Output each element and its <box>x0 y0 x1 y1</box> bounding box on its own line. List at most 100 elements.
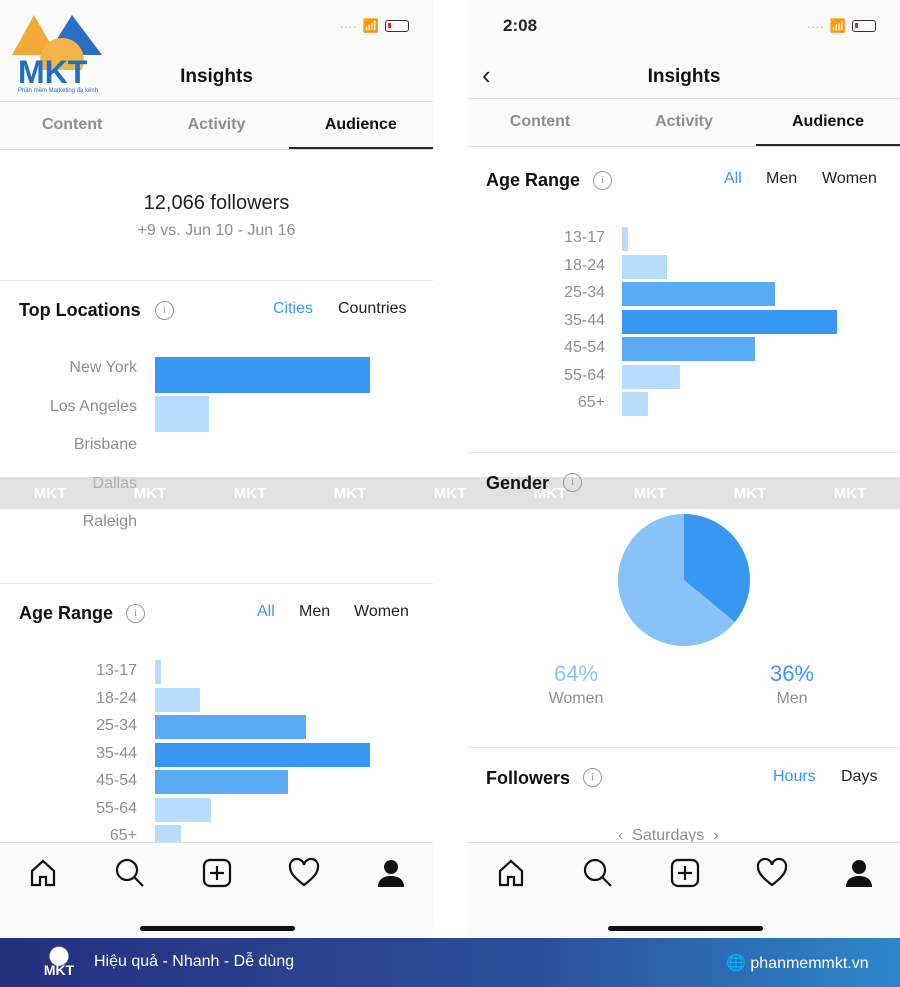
home-icon[interactable] <box>495 857 527 889</box>
right-phone-screen: 2:08 ···· 📶 ‹ Insights Content Activity A… <box>468 0 900 938</box>
bar-45-54 <box>155 770 289 794</box>
women-label: Women <box>548 690 604 707</box>
add-post-icon[interactable] <box>669 857 701 889</box>
divider <box>468 747 900 748</box>
bottom-nav <box>0 842 433 938</box>
bar-label: 18-24 <box>96 689 137 707</box>
cities-option[interactable]: Cities <box>273 300 313 318</box>
age-all-option[interactable]: All <box>724 170 742 188</box>
header: ‹ Insights <box>468 52 900 99</box>
bar-label: 55-64 <box>96 799 137 817</box>
bar-new-york <box>155 357 370 393</box>
heart-icon[interactable] <box>288 857 320 889</box>
hours-option[interactable]: Hours <box>773 768 816 786</box>
top-locations-title: Top Locations <box>19 300 141 320</box>
footer-logo: MKT <box>40 946 78 980</box>
divider <box>0 280 433 281</box>
followers-title: Followers <box>486 768 571 788</box>
bar-label: 55-64 <box>564 366 605 384</box>
age-men-option[interactable]: Men <box>299 603 330 621</box>
days-option[interactable]: Days <box>841 768 877 786</box>
divider <box>468 452 900 453</box>
info-icon[interactable]: i <box>155 301 174 320</box>
bar-13-17 <box>622 227 629 251</box>
bar-label: Brisbane <box>73 436 137 453</box>
profile-icon[interactable] <box>375 857 407 889</box>
wifi-icon: 📶 <box>362 18 379 33</box>
tab-activity[interactable]: Activity <box>144 102 288 149</box>
men-label: Men <box>776 690 808 707</box>
gender-pie-chart <box>618 514 750 646</box>
tab-content[interactable]: Content <box>0 102 144 149</box>
bar-65+ <box>622 392 648 416</box>
wifi-icon: 📶 <box>829 18 846 33</box>
info-icon[interactable]: i <box>563 473 582 492</box>
left-phone-screen: ···· 📶 Insights MKT Phần mềm Marketing đa… <box>0 0 433 938</box>
signal-icon: ···· <box>339 18 357 34</box>
women-percent: 64% <box>553 661 599 686</box>
battery-icon <box>385 20 409 32</box>
bar-label: Raleigh <box>82 513 137 530</box>
countries-option[interactable]: Countries <box>338 300 406 318</box>
info-icon[interactable]: i <box>126 604 145 623</box>
bar-label: 18-24 <box>564 256 605 274</box>
info-icon[interactable]: i <box>583 768 602 787</box>
age-all-option[interactable]: All <box>257 603 275 621</box>
status-time: 2:08 <box>503 16 538 35</box>
age-women-option[interactable]: Women <box>822 170 877 188</box>
bar-55-64 <box>155 797 211 822</box>
home-icon[interactable] <box>27 857 59 889</box>
bar-label: New York <box>69 359 137 376</box>
search-icon[interactable] <box>582 857 614 889</box>
status-icons: ···· 📶 <box>339 18 409 34</box>
divider <box>0 583 433 584</box>
info-icon[interactable]: i <box>593 171 612 190</box>
bar-label: 45-54 <box>96 772 137 789</box>
footer-website[interactable]: 🌐 phanmemmkt.vn <box>726 953 869 973</box>
watermark-strip: MKT MKT MKT MKT MKT MKT MKT MKT MKT <box>0 477 900 509</box>
bar-label: 35-44 <box>564 311 605 329</box>
age-women-option[interactable]: Women <box>354 603 409 621</box>
status-icons: ···· 📶 <box>806 18 876 34</box>
page-title: Insights <box>647 66 721 87</box>
bar-label: 25-34 <box>564 284 605 301</box>
bar-label: 25-34 <box>96 717 137 734</box>
status-bar: 2:08 ···· 📶 <box>468 0 900 52</box>
age-men-option[interactable]: Men <box>766 170 797 188</box>
footer-slogan: Hiệu quả - Nhanh - Dễ dùng <box>94 953 295 970</box>
globe-icon: 🌐 <box>726 955 751 972</box>
bar-45-54 <box>622 337 756 361</box>
battery-icon <box>852 20 876 32</box>
tab-bar: Content Activity Audience <box>468 99 900 147</box>
home-indicator <box>140 926 295 931</box>
followers-count: 12,066 followers <box>143 192 290 214</box>
add-post-icon[interactable] <box>201 857 233 889</box>
bar-18-24 <box>622 254 668 279</box>
bar-55-64 <box>622 364 681 389</box>
tab-activity[interactable]: Activity <box>612 99 756 146</box>
signal-icon: ···· <box>806 18 824 34</box>
tab-bar: Content Activity Audience <box>0 102 433 150</box>
tab-content[interactable]: Content <box>468 99 612 146</box>
bar-los-angeles <box>155 395 209 432</box>
bar-label: 13-17 <box>96 662 137 679</box>
bar-label: Los Angeles <box>49 397 137 415</box>
bar-label: 35-44 <box>96 744 137 762</box>
bar-label: 65+ <box>577 394 605 411</box>
men-percent: 36% <box>769 661 815 686</box>
tab-audience[interactable]: Audience <box>288 102 433 149</box>
bottom-nav <box>468 842 900 938</box>
search-icon[interactable] <box>114 857 146 889</box>
followers-change: +9 vs. Jun 10 - Jun 16 <box>137 222 296 239</box>
bar-label: 45-54 <box>564 339 605 356</box>
tab-audience[interactable]: Audience <box>756 99 900 146</box>
heart-icon[interactable] <box>756 857 788 889</box>
bar-35-44 <box>622 309 837 334</box>
profile-icon[interactable] <box>843 857 875 889</box>
mkt-logo: MKT Phần mềm Marketing đa kênh <box>12 10 112 96</box>
bar-35-44 <box>155 742 370 767</box>
footer-banner: MKT Hiệu quả - Nhanh - Dễ dùng 🌐 phanmem… <box>0 938 900 987</box>
bar-25-34 <box>622 282 775 306</box>
age-range-title: Age Range <box>19 603 114 623</box>
age-range-title: Age Range <box>486 170 581 190</box>
